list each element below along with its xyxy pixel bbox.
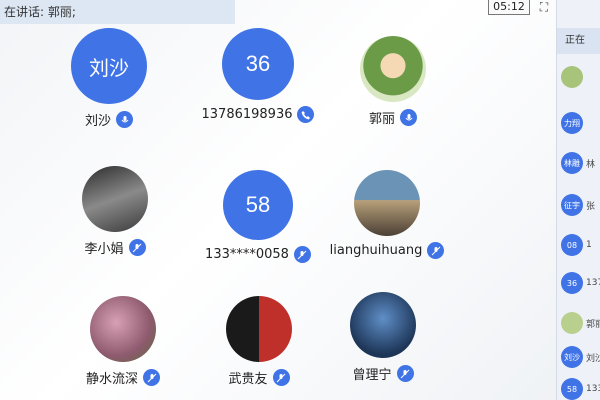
avatar [561,312,583,334]
mic-muted-icon [272,369,290,386]
participant-name: 曾理宁 [352,368,392,383]
avatar [350,292,416,358]
avatar [82,166,148,232]
participant-name: 武贵友 [228,372,268,387]
avatar: 36 [561,272,583,294]
participant-tile[interactable]: lianghuihuang [322,170,452,259]
expand-icon[interactable]: ⛶ [536,0,552,14]
mic-muted-icon [427,242,445,259]
avatar: 征宇 [561,194,583,216]
sidebar-item-label: 133** [586,384,600,394]
sidebar-item[interactable]: 08 1 [561,234,592,256]
participant-tile[interactable]: 静水流深 [58,296,188,387]
sidebar-item-label: 林 [586,159,596,170]
participant-name: 静水流深 [85,372,138,387]
mic-icon [400,109,417,126]
sidebar-item[interactable]: 361378 [561,272,600,294]
participant-name: 李小娟 [84,242,124,257]
participant-tile[interactable]: 58 133****0058 [193,170,323,263]
avatar: 58 [223,170,293,240]
participant-tile[interactable]: 李小娟 [50,166,180,257]
mic-muted-icon [396,365,414,382]
avatar: 36 [222,28,294,100]
sidebar-item-label: 刘沙 [586,353,600,364]
sidebar-item-label: 张 [586,201,596,212]
sidebar-item-label: 1378 [586,278,600,288]
mic-muted-icon [293,246,311,263]
sidebar-item[interactable]: 林雕林 [561,152,595,174]
participant-tile[interactable]: 曾理宁 [318,292,448,383]
participant-tile[interactable]: 36 13786198936 [193,28,323,123]
sidebar-item[interactable] [561,66,586,88]
participant-name: 刘沙 [84,114,111,129]
participant-grid: 刘沙 刘沙 36 13786198936 郭丽 李小娟 58 133****00… [0,20,555,400]
avatar: 刘沙 [71,28,147,104]
sidebar-item[interactable]: 郭丽 [561,312,600,334]
avatar [354,170,420,236]
sidebar-item-label: 郭丽 [586,319,600,330]
participant-tile[interactable]: 刘沙 刘沙 [44,28,174,129]
phone-icon [297,106,315,123]
avatar: 58 [561,378,583,400]
participant-tile[interactable]: 郭丽 [328,36,458,127]
avatar [90,296,156,362]
sidebar-item[interactable]: 刘沙 刘沙 [561,346,600,368]
avatar: 力翔 [561,112,583,134]
participant-name: 133****0058 [205,247,289,262]
sidebar-header: 正在 [557,28,600,54]
sidebar-item[interactable]: 征宇张 [561,194,595,216]
participant-sidebar: 正在 力翔 林雕林 征宇张 081 361378 郭丽 刘沙刘沙 58133** [556,0,600,400]
sidebar-item-label: 1 [586,240,592,250]
sidebar-item[interactable]: 力翔 [561,112,586,134]
participant-name: 郭丽 [368,112,395,127]
avatar [226,296,292,362]
participant-name: lianghuihuang [329,243,423,258]
avatar: 林雕 [561,152,583,174]
avatar [360,36,426,102]
mic-icon [116,111,133,128]
top-bar: 在讲话: 郭丽; 05:12 ⛶ ▾ [0,0,600,24]
participant-name: 13786198936 [201,107,293,122]
avatar: 刘沙 [561,346,583,368]
mic-muted-icon [143,369,160,386]
participant-tile[interactable]: 武贵友 [194,296,324,387]
avatar: 08 [561,234,583,256]
mic-muted-icon [128,239,146,256]
call-timer: 05:12 [488,0,530,15]
avatar [561,66,583,88]
sidebar-item[interactable]: 58133** [561,378,600,400]
